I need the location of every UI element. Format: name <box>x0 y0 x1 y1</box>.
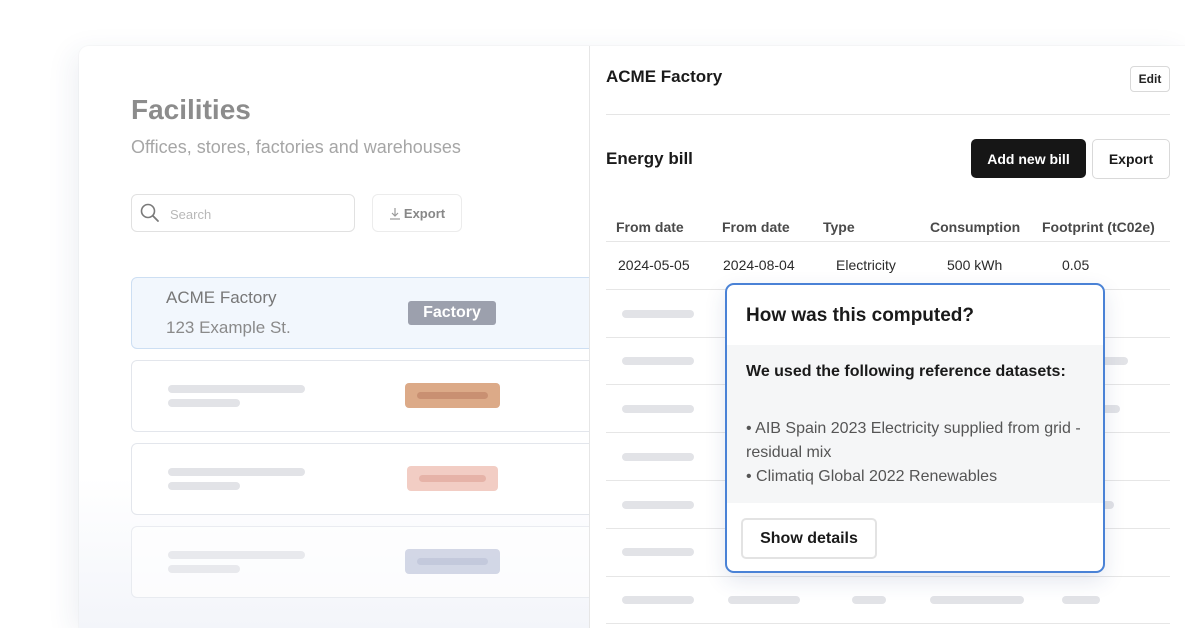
dataset-list: • AIB Spain 2023 Electricity supplied fr… <box>746 417 1096 489</box>
cell-consumption: 500 kWh <box>947 257 1003 273</box>
cell-from-date: 2024-05-05 <box>618 257 690 273</box>
cell-type: Electricity <box>836 257 896 273</box>
dataset-item: • AIB Spain 2023 Electricity supplied fr… <box>746 420 1081 461</box>
cell-footprint: 0.05 <box>1062 257 1090 273</box>
skeleton-badge <box>405 383 500 408</box>
popover-intro: We used the following reference datasets… <box>746 363 1066 380</box>
facility-row[interactable]: ACME Factory 123 Example St. Factory <box>131 277 603 349</box>
export-bills-button[interactable]: Export <box>1092 139 1170 179</box>
facility-row-placeholder[interactable] <box>131 443 603 515</box>
popover-title: How was this computed? <box>746 305 975 326</box>
divider <box>606 114 1170 115</box>
skeleton-line <box>168 482 240 490</box>
page-title: Facilities <box>131 94 251 125</box>
search-icon <box>140 203 159 222</box>
download-icon <box>389 207 400 220</box>
skeleton-badge <box>405 549 500 574</box>
column-header-type[interactable]: Type <box>823 219 855 235</box>
skeleton-line <box>168 468 305 476</box>
skeleton-line <box>168 565 240 573</box>
skeleton-line <box>168 551 305 559</box>
show-details-button[interactable]: Show details <box>741 518 877 559</box>
edit-button[interactable]: Edit <box>1130 66 1170 92</box>
column-header-from-date[interactable]: From date <box>616 219 684 235</box>
facility-address: 123 Example St. <box>166 318 291 337</box>
skeleton-line <box>168 399 240 407</box>
facility-name: ACME Factory <box>166 288 277 307</box>
column-header-to-date[interactable]: From date <box>722 219 790 235</box>
skeleton-line <box>168 385 305 393</box>
popover-body: We used the following reference datasets… <box>727 345 1103 503</box>
facility-type-badge: Factory <box>408 301 496 325</box>
export-button-label: Export <box>403 205 446 221</box>
search-box[interactable] <box>131 194 355 232</box>
cell-to-date: 2024-08-04 <box>723 257 795 273</box>
facilities-pane: Facilities Offices, stores, factories an… <box>79 46 603 628</box>
export-button[interactable]: Export <box>372 194 462 232</box>
table-divider <box>606 241 1170 242</box>
facility-row-placeholder[interactable] <box>131 526 603 598</box>
column-header-footprint[interactable]: Footprint (tC02e) <box>1042 219 1155 235</box>
search-input[interactable] <box>168 203 352 225</box>
skeleton-badge <box>407 466 498 491</box>
facility-row-placeholder[interactable] <box>131 360 603 432</box>
computation-popover: How was this computed? We used the follo… <box>725 283 1105 573</box>
column-header-consumption[interactable]: Consumption <box>930 219 1020 235</box>
add-new-bill-button[interactable]: Add new bill <box>971 139 1086 178</box>
detail-title: ACME Factory <box>606 67 723 86</box>
dataset-item: • Climatiq Global 2022 Renewables <box>746 468 998 485</box>
energy-bill-title: Energy bill <box>606 149 693 168</box>
page-subtitle: Offices, stores, factories and warehouse… <box>131 137 461 157</box>
